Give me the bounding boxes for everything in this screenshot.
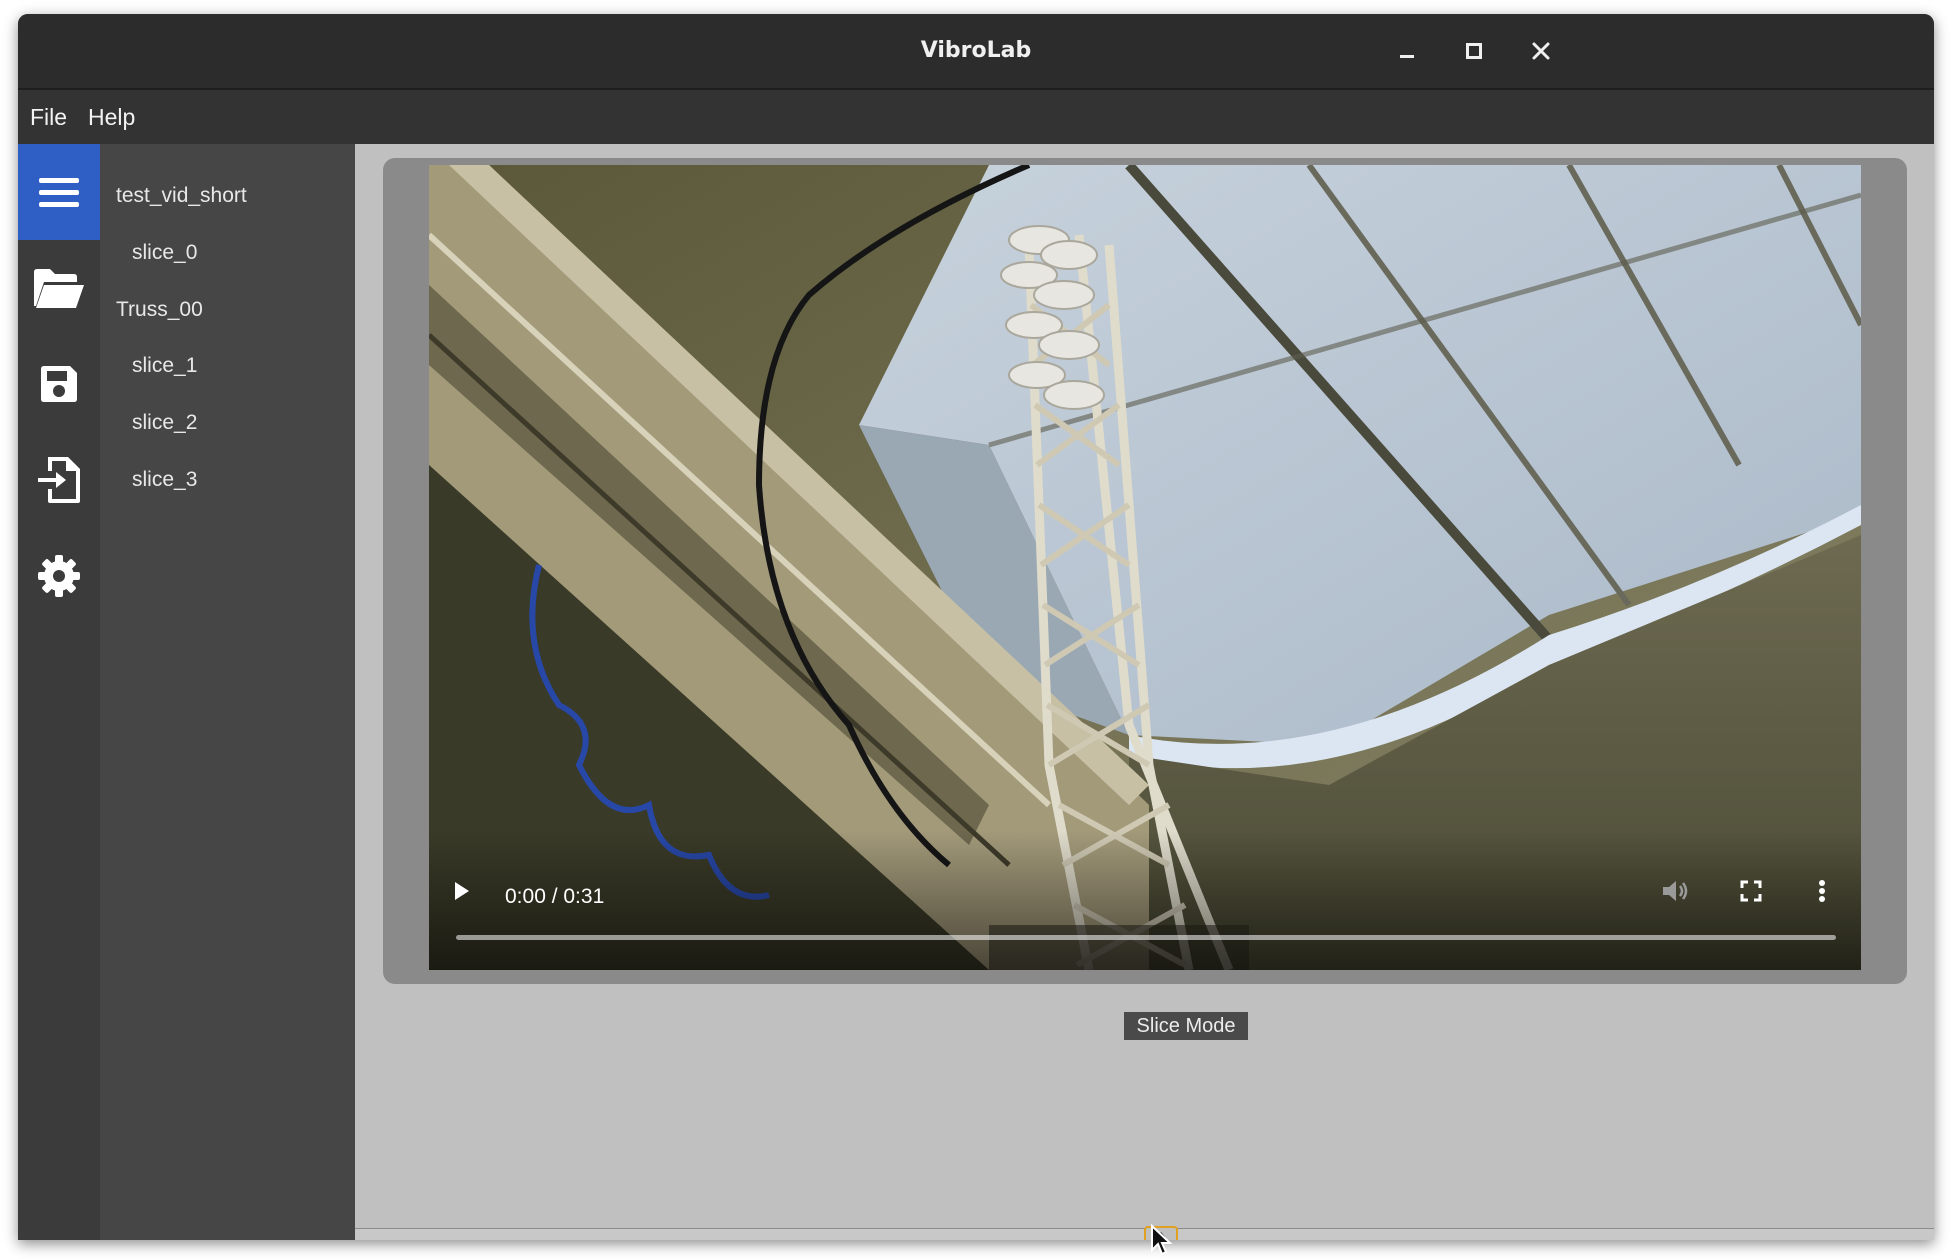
maximize-icon [1466, 43, 1482, 59]
volume-icon [1663, 881, 1688, 901]
gear-icon [38, 555, 80, 597]
tree-item-slice[interactable]: slice_0 [132, 241, 197, 265]
minimize-button[interactable] [1388, 32, 1426, 70]
more-options-icon [1819, 880, 1825, 902]
controls-overlay [429, 830, 1861, 970]
menu-bar: File Help [18, 90, 1934, 144]
video-player[interactable]: 0:00 / 0:31 [429, 165, 1861, 970]
menu-help[interactable]: Help [88, 104, 135, 131]
save-icon [41, 366, 77, 402]
tree-item-slice[interactable]: slice_1 [132, 354, 197, 378]
volume-button[interactable] [1657, 873, 1693, 909]
main-panel: 0:00 / 0:31 Slice Mode [355, 144, 1934, 1240]
settings-button[interactable] [18, 528, 100, 624]
open-folder-button[interactable] [18, 240, 100, 336]
minimize-icon [1400, 55, 1414, 58]
tree-item-video[interactable]: test_vid_short [116, 184, 247, 208]
window-title: VibroLab [920, 38, 1032, 63]
video-time: 0:00 / 0:31 [505, 885, 605, 908]
fullscreen-icon [1740, 880, 1762, 902]
play-button[interactable] [447, 873, 477, 909]
save-button[interactable] [18, 336, 100, 432]
mouse-cursor-icon [1151, 1224, 1173, 1256]
play-icon [455, 882, 469, 900]
close-button[interactable] [1522, 32, 1560, 70]
hamburger-menu-icon [39, 178, 79, 207]
video-frame: 0:00 / 0:31 [383, 158, 1907, 984]
import-icon [38, 457, 80, 503]
app-window: VibroLab File Help test_vid_short slice_… [18, 14, 1934, 1240]
menu-toggle-button[interactable] [18, 144, 100, 240]
tree-item-slice[interactable]: slice_2 [132, 411, 197, 435]
video-progress-bar[interactable] [456, 935, 1836, 940]
close-icon [1532, 42, 1550, 60]
project-tree: test_vid_short slice_0 Truss_00 slice_1 … [100, 144, 355, 1240]
slice-mode-button[interactable]: Slice Mode [1124, 1012, 1248, 1040]
maximize-button[interactable] [1455, 32, 1493, 70]
icon-sidebar [18, 144, 100, 1240]
import-button[interactable] [18, 432, 100, 528]
tree-item-group[interactable]: Truss_00 [116, 298, 203, 322]
fullscreen-button[interactable] [1733, 873, 1769, 909]
folder-open-icon [34, 269, 84, 308]
title-bar: VibroLab [18, 14, 1934, 90]
more-options-button[interactable] [1807, 873, 1837, 909]
menu-file[interactable]: File [30, 104, 67, 131]
tree-item-slice[interactable]: slice_3 [132, 468, 197, 492]
